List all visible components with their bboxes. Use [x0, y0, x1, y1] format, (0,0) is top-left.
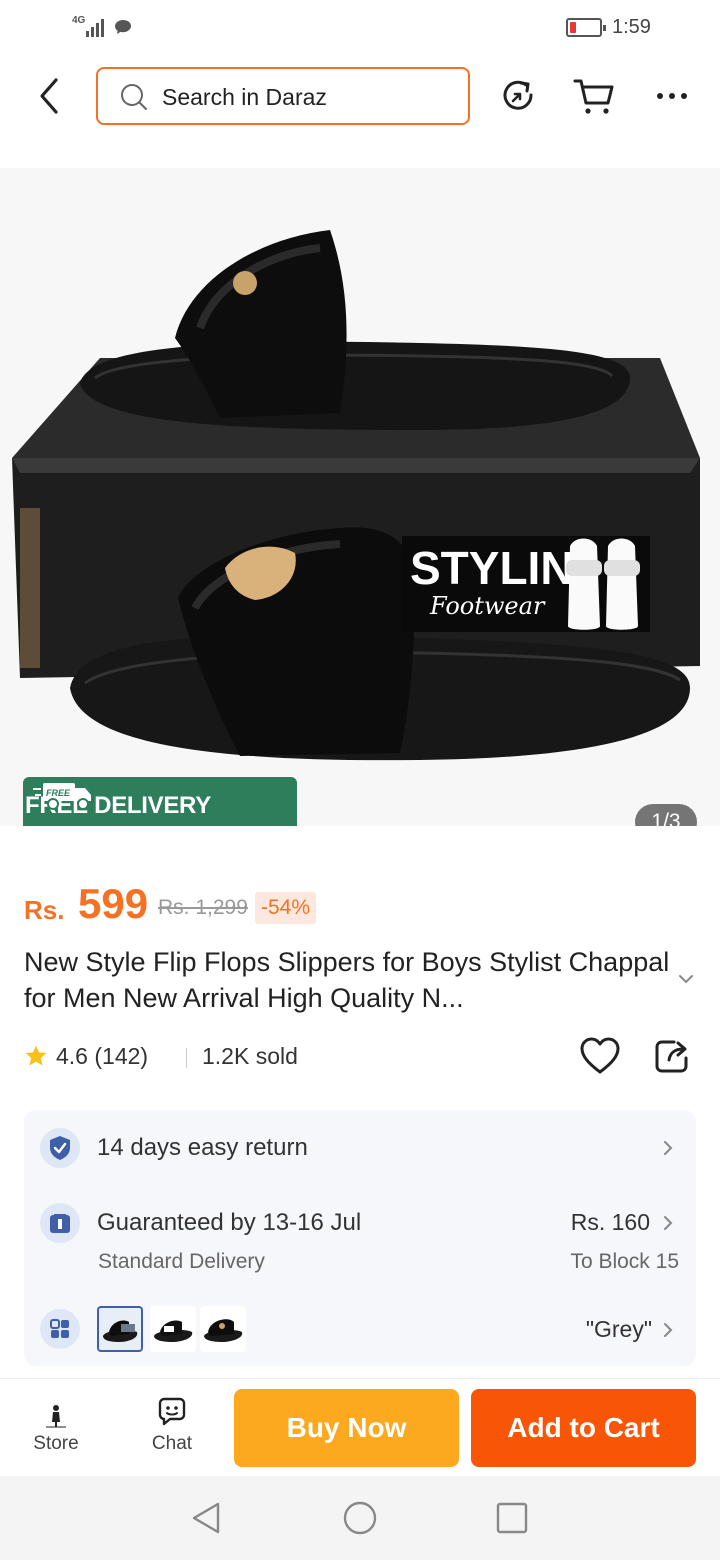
- chevron-down-icon[interactable]: [676, 972, 696, 986]
- network-type: 4G: [72, 15, 86, 26]
- sold-count: 1.2K sold: [202, 1043, 298, 1069]
- star-icon: [25, 1045, 47, 1066]
- brand-text: STYLIN': [410, 542, 585, 594]
- shield-check-icon: [40, 1128, 80, 1168]
- chat-label: Chat: [151, 1433, 193, 1454]
- bottom-action-bar: Store Chat Buy Now Add to Cart: [0, 1378, 720, 1476]
- rating-row: 4.6 (142) 1.2K sold: [24, 1036, 704, 1078]
- variant-grid-icon: [40, 1309, 80, 1349]
- delivery-type: Standard Delivery: [98, 1250, 265, 1273]
- selected-variant: "Grey": [585, 1316, 652, 1342]
- back-arrow-icon[interactable]: [30, 74, 70, 118]
- wishlist-heart-icon[interactable]: [578, 1034, 622, 1078]
- system-nav-bar: [0, 1476, 720, 1560]
- delivery-truck-icon: FREE: [33, 783, 91, 810]
- search-placeholder: Search in Daraz: [162, 84, 327, 110]
- product-title[interactable]: New Style Flip Flops Slippers for Boys S…: [24, 944, 674, 1016]
- chevron-right-icon: [664, 1216, 673, 1230]
- price-row: Rs. 599 Rs. 1,299 -54%: [24, 880, 704, 930]
- header: Search in Daraz: [0, 56, 720, 168]
- store-icon: [46, 1405, 66, 1428]
- rating-score[interactable]: 4.6 (142): [56, 1043, 148, 1070]
- product-image: STYLIN' Footwear: [12, 230, 700, 761]
- delivery-destination: To Block 15: [570, 1250, 679, 1273]
- variant-thumbnail[interactable]: [97, 1306, 143, 1352]
- chevron-right-icon: [664, 1323, 673, 1337]
- delivery-fee: Rs. 160: [570, 1209, 650, 1235]
- status-bar: 4G 1:59: [0, 0, 720, 56]
- divider: [186, 1048, 187, 1068]
- cart-icon[interactable]: [572, 74, 616, 118]
- refresh-share-icon[interactable]: [496, 74, 540, 118]
- more-options-icon[interactable]: [650, 74, 694, 118]
- clock: 1:59: [612, 16, 651, 38]
- signal-icon: [86, 17, 104, 37]
- delivery-guarantee: Guaranteed by 13-16 Jul: [97, 1209, 362, 1236]
- delivery-info-icon: [40, 1203, 80, 1243]
- battery-icon: [566, 18, 606, 37]
- buy-now-button[interactable]: Buy Now: [234, 1389, 459, 1467]
- free-delivery-badge: FREE FREE DELIVERY: [23, 777, 297, 826]
- nav-back-icon[interactable]: [188, 1500, 224, 1536]
- brand-subtext: Footwear: [429, 592, 546, 620]
- chevron-right-icon: [664, 1141, 673, 1155]
- free-tag-text: FREE: [46, 788, 71, 798]
- image-counter: 1/3: [635, 804, 697, 826]
- variant-thumbnail[interactable]: [200, 1306, 246, 1352]
- chat-icon: [158, 1397, 186, 1426]
- return-policy-text: 14 days easy return: [97, 1134, 308, 1161]
- price-currency: Rs.: [24, 895, 65, 925]
- store-label: Store: [33, 1433, 79, 1454]
- service-info-card: 14 days easy return Guaranteed by 13-16 …: [24, 1110, 696, 1366]
- search-bar[interactable]: Search in Daraz: [96, 67, 470, 125]
- search-icon: [121, 84, 147, 110]
- nav-home-icon[interactable]: [342, 1500, 378, 1536]
- discount-badge: -54%: [255, 892, 317, 924]
- chat-button[interactable]: Chat: [142, 1395, 202, 1455]
- product-image-gallery[interactable]: STYLIN' Footwear FREE FREE DELIVERY 1/3: [0, 168, 720, 826]
- price-amount: 599: [78, 880, 149, 927]
- nav-recents-icon[interactable]: [494, 1500, 530, 1536]
- add-to-cart-button[interactable]: Add to Cart: [471, 1389, 696, 1467]
- variant-thumbnail[interactable]: [150, 1306, 196, 1352]
- message-icon: [115, 20, 131, 34]
- original-price: Rs. 1,299: [158, 896, 248, 919]
- store-button[interactable]: Store: [26, 1403, 86, 1455]
- share-icon[interactable]: [652, 1036, 692, 1076]
